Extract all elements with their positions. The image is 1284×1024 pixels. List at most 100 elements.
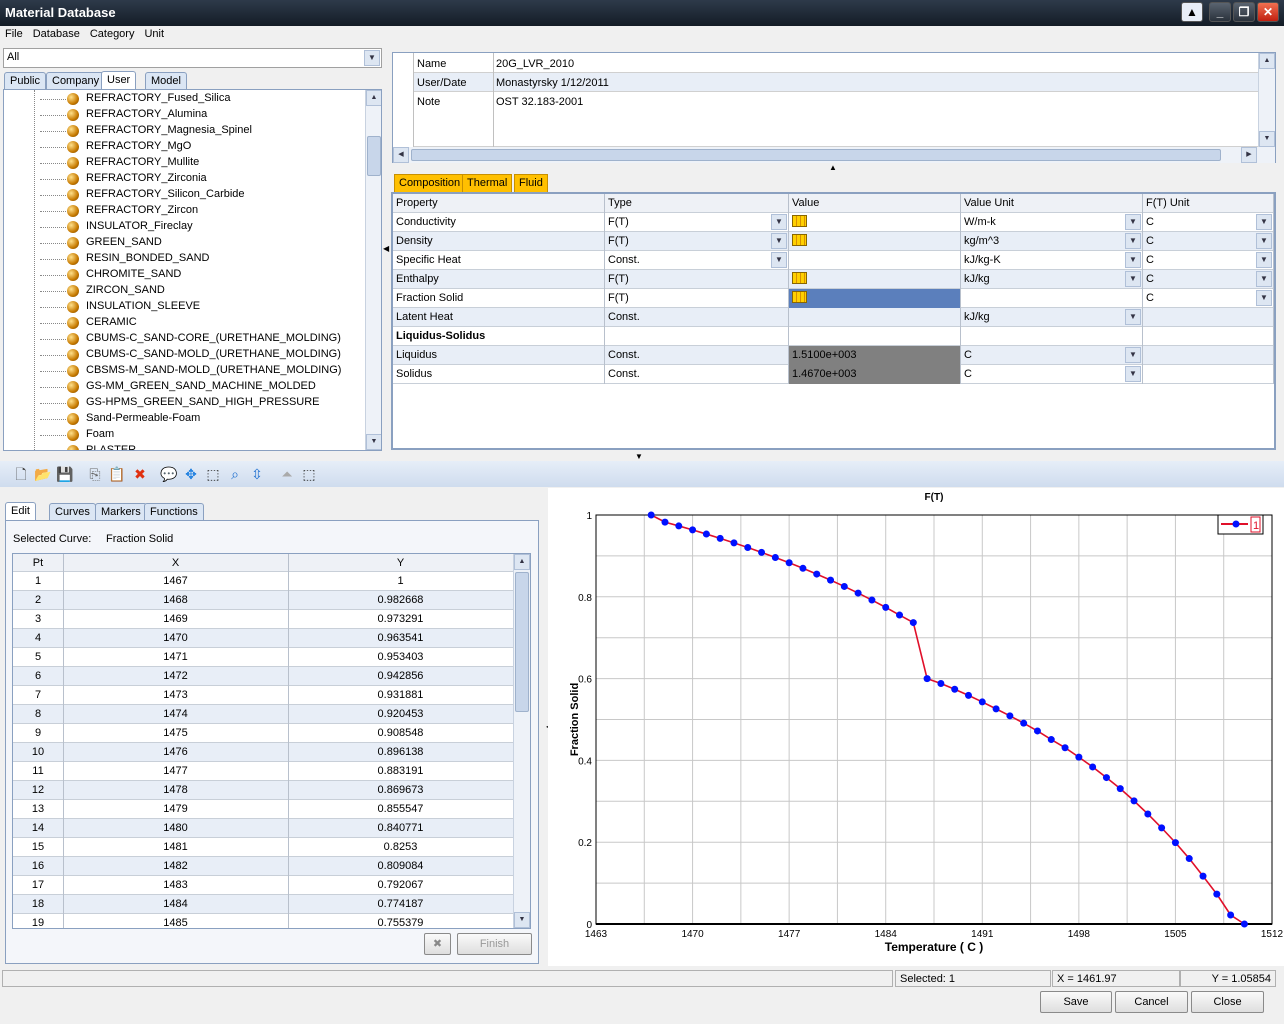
data-point[interactable] bbox=[661, 518, 669, 526]
col-y[interactable]: Y bbox=[288, 557, 513, 569]
ft-unit[interactable] bbox=[1143, 308, 1274, 327]
data-point[interactable] bbox=[813, 570, 821, 578]
chevron-down-icon[interactable]: ▼ bbox=[1256, 233, 1272, 249]
paste-icon[interactable]: 📋 bbox=[108, 465, 126, 483]
tree-item[interactable]: RESIN_BONDED_SAND bbox=[4, 251, 364, 267]
value-unit[interactable]: W/m-k ▼ bbox=[961, 213, 1143, 232]
table-row[interactable]: 14 1480 0.840771 bbox=[13, 819, 513, 838]
tree-item[interactable]: REFRACTORY_Zircon bbox=[4, 203, 364, 219]
table-row[interactable]: 7 1473 0.931881 bbox=[13, 686, 513, 705]
table-row[interactable]: 18 1484 0.774187 bbox=[13, 895, 513, 914]
data-point[interactable] bbox=[896, 611, 904, 619]
ft-unit[interactable] bbox=[1143, 346, 1274, 365]
tree-item[interactable]: CBSMS-M_SAND-MOLD_(URETHANE_MOLDING) bbox=[4, 363, 364, 379]
data-point[interactable] bbox=[799, 564, 807, 572]
value-unit[interactable]: C ▼ bbox=[961, 346, 1143, 365]
col-pt[interactable]: Pt bbox=[13, 557, 63, 569]
tab-thermal[interactable]: Thermal bbox=[462, 174, 513, 192]
zoom-box-icon[interactable]: ⬚ bbox=[204, 465, 222, 483]
data-point[interactable] bbox=[964, 691, 972, 699]
header-property[interactable]: Property bbox=[393, 194, 605, 213]
menu-category[interactable]: Category bbox=[85, 26, 140, 42]
data-point[interactable] bbox=[1033, 727, 1041, 735]
scroll-thumb[interactable] bbox=[367, 136, 381, 176]
tab-fluid[interactable]: Fluid bbox=[514, 174, 548, 192]
chevron-down-icon[interactable]: ▼ bbox=[1125, 271, 1141, 287]
chevron-down-icon[interactable]: ▼ bbox=[771, 233, 787, 249]
tree-item[interactable]: GS-MM_GREEN_SAND_MACHINE_MOLDED bbox=[4, 379, 364, 395]
data-point[interactable] bbox=[716, 534, 724, 542]
data-point[interactable] bbox=[937, 680, 945, 688]
data-point[interactable] bbox=[1130, 797, 1138, 805]
header-type[interactable]: Type bbox=[605, 194, 789, 213]
data-point[interactable] bbox=[785, 559, 793, 567]
tree-item[interactable]: PLASTER bbox=[4, 443, 364, 450]
data-point[interactable] bbox=[951, 685, 959, 693]
tree-item[interactable]: REFRACTORY_MgO bbox=[4, 139, 364, 155]
property-type[interactable]: Const. ▼ bbox=[605, 251, 789, 270]
table-row[interactable]: 2 1468 0.982668 bbox=[13, 591, 513, 610]
data-point[interactable] bbox=[1075, 753, 1083, 761]
restore-up-button[interactable]: ▲ bbox=[1181, 2, 1203, 22]
table-row[interactable]: 4 1470 0.963541 bbox=[13, 629, 513, 648]
chevron-down-icon[interactable]: ▼ bbox=[1256, 214, 1272, 230]
tab-functions[interactable]: Functions bbox=[144, 503, 204, 521]
chevron-down-icon[interactable]: ▼ bbox=[771, 214, 787, 230]
table-row[interactable]: 11 1477 0.883191 bbox=[13, 762, 513, 781]
table-row[interactable]: 9 1475 0.908548 bbox=[13, 724, 513, 743]
table-row[interactable]: 10 1476 0.896138 bbox=[13, 743, 513, 762]
new-icon[interactable]: 🗋 bbox=[12, 465, 30, 483]
tree-item[interactable]: ZIRCON_SAND bbox=[4, 283, 364, 299]
data-point[interactable] bbox=[909, 619, 917, 627]
chevron-down-icon[interactable]: ▼ bbox=[1256, 290, 1272, 306]
zoom-fit-icon[interactable]: ⌕ bbox=[226, 465, 244, 483]
data-point[interactable] bbox=[882, 603, 890, 611]
property-value[interactable] bbox=[789, 251, 961, 270]
ft-unit[interactable]: C ▼ bbox=[1143, 232, 1274, 251]
data-point[interactable] bbox=[1144, 810, 1152, 818]
property-type[interactable]: Const. bbox=[605, 346, 789, 365]
ft-unit[interactable]: C ▼ bbox=[1143, 289, 1274, 308]
data-point[interactable] bbox=[1116, 785, 1124, 793]
data-point[interactable] bbox=[992, 705, 1000, 713]
function-chart-icon[interactable] bbox=[792, 272, 807, 284]
collapse-down-arrow[interactable]: ▼ bbox=[635, 452, 643, 461]
tab-markers[interactable]: Markers bbox=[95, 503, 147, 521]
open-icon[interactable]: 📂 bbox=[34, 465, 52, 483]
ft-unit[interactable]: C ▼ bbox=[1143, 213, 1274, 232]
data-point[interactable] bbox=[730, 539, 738, 547]
property-value[interactable] bbox=[789, 308, 961, 327]
save-button[interactable]: Save bbox=[1040, 991, 1112, 1013]
function-chart-icon[interactable] bbox=[792, 215, 807, 227]
data-point[interactable] bbox=[689, 526, 697, 534]
data-point[interactable] bbox=[1240, 920, 1248, 928]
points-scrollbar[interactable]: ▲ ▼ bbox=[513, 554, 530, 928]
property-type[interactable]: F(T) bbox=[605, 289, 789, 308]
tree-item[interactable]: Foam bbox=[4, 427, 364, 443]
close-window-button[interactable]: ✕ bbox=[1257, 2, 1279, 22]
chevron-down-icon[interactable]: ▼ bbox=[1125, 233, 1141, 249]
header-value-unit[interactable]: Value Unit bbox=[961, 194, 1143, 213]
data-point[interactable] bbox=[868, 596, 876, 604]
chevron-down-icon[interactable]: ▼ bbox=[1125, 252, 1141, 268]
tree-item[interactable]: INSULATION_SLEEVE bbox=[4, 299, 364, 315]
collapse-up-arrow[interactable]: ▲ bbox=[829, 163, 837, 172]
table-row[interactable]: 13 1479 0.855547 bbox=[13, 800, 513, 819]
tree-item[interactable]: REFRACTORY_Zirconia bbox=[4, 171, 364, 187]
data-point[interactable] bbox=[923, 675, 931, 683]
data-point[interactable] bbox=[1171, 839, 1179, 847]
chevron-down-icon[interactable]: ▼ bbox=[1125, 214, 1141, 230]
value-unit[interactable] bbox=[961, 289, 1143, 308]
property-type[interactable]: F(T) ▼ bbox=[605, 232, 789, 251]
cancel-button[interactable]: Cancel bbox=[1115, 991, 1188, 1013]
header-f-t-unit[interactable]: F(T) Unit bbox=[1143, 194, 1274, 213]
ft-unit[interactable]: C ▼ bbox=[1143, 270, 1274, 289]
tab-public[interactable]: Public bbox=[4, 72, 46, 90]
tree-item[interactable]: REFRACTORY_Mullite bbox=[4, 155, 364, 171]
ft-unit[interactable] bbox=[1143, 365, 1274, 384]
property-value[interactable]: 1.5100e+003 bbox=[789, 346, 961, 365]
delete-point-button[interactable]: ✖ bbox=[424, 933, 451, 955]
select-point-icon[interactable]: ⬚ bbox=[300, 465, 318, 483]
table-row[interactable]: 1 1467 1 bbox=[13, 572, 513, 591]
data-point[interactable] bbox=[1102, 774, 1110, 782]
